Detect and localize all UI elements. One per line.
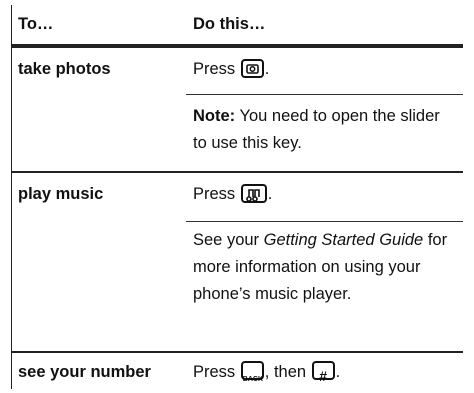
row-subdivider <box>186 221 463 222</box>
step-text: Press . <box>193 181 455 208</box>
guide-title: Getting Started Guide <box>263 231 424 249</box>
period: . <box>267 185 273 203</box>
music-key-icon <box>240 184 267 203</box>
note-label: Note: <box>193 107 236 125</box>
task-label: see your number <box>18 363 151 381</box>
header-to: To… <box>18 15 54 33</box>
step-text: Press . <box>193 56 455 83</box>
period: . <box>335 363 341 381</box>
row-subdivider <box>186 94 463 95</box>
header-divider <box>11 44 463 48</box>
then-text: , then <box>264 363 307 381</box>
task-label: play music <box>18 185 104 203</box>
row-divider <box>11 351 463 353</box>
header-do-this: Do this… <box>193 15 266 33</box>
hash-key-icon: # <box>311 361 335 384</box>
press-text: Press <box>193 185 236 203</box>
table-left-border <box>11 5 12 389</box>
press-text: Press <box>193 363 236 381</box>
camera-key-icon <box>240 59 264 78</box>
row-divider <box>11 171 463 173</box>
step-text: Press BACK, then #. <box>193 359 455 386</box>
back-key-icon: BACK <box>240 361 264 383</box>
press-text: Press <box>193 60 236 78</box>
guide-text: See your Getting Started Guide for more … <box>193 227 455 308</box>
note-text: Note: You need to open the slider to use… <box>193 103 455 157</box>
task-label: take photos <box>18 60 111 78</box>
period: . <box>264 60 270 78</box>
guide-pre: See your <box>193 231 264 249</box>
table-header-row: To… Do this… <box>11 5 463 45</box>
instruction-table: To… Do this… take photos Press . Note: Y… <box>11 5 463 389</box>
